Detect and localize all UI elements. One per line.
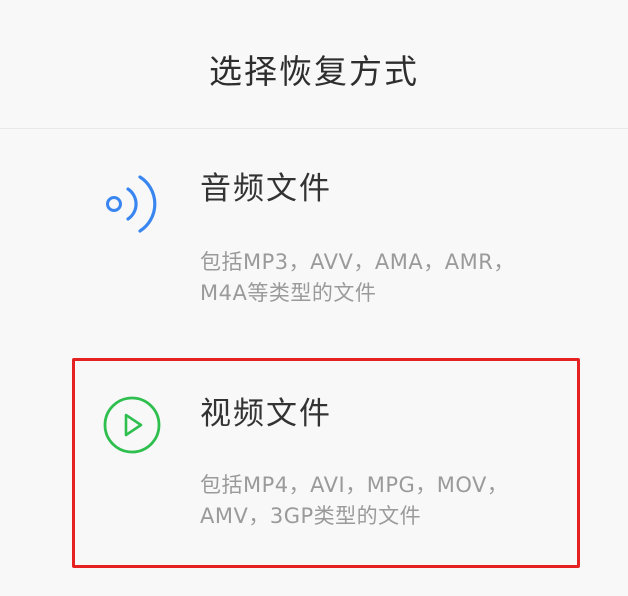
option-title: 视频文件 <box>200 396 332 432</box>
recovery-method-screen: 选择恢复方式 音频文件 包括MP3，AVV，AMA，AMR， M4A等类型的文件… <box>0 0 628 596</box>
option-audio-files[interactable]: 音频文件 包括MP3，AVV，AMA，AMR， M4A等类型的文件 <box>0 129 628 344</box>
option-title: 音频文件 <box>200 171 332 207</box>
audio-waves-icon <box>106 175 157 233</box>
option-description-line: 包括MP4，AVI，MPG，MOV， <box>200 473 509 497</box>
option-video-files[interactable]: 视频文件 包括MP4，AVI，MPG，MOV， AMV，3GP类型的文件 <box>0 358 628 588</box>
option-description: 包括MP3，AVV，AMA，AMR， M4A等类型的文件 <box>200 247 570 309</box>
option-description-line: 包括MP3，AVV，AMA，AMR， <box>200 250 515 274</box>
page-title: 选择恢复方式 <box>209 52 419 91</box>
play-circle-icon <box>103 396 161 454</box>
option-description-line: AMV，3GP类型的文件 <box>200 504 422 528</box>
option-description: 包括MP4，AVI，MPG，MOV， AMV，3GP类型的文件 <box>200 470 570 532</box>
header: 选择恢复方式 <box>0 0 628 129</box>
option-description-line: M4A等类型的文件 <box>200 281 377 305</box>
